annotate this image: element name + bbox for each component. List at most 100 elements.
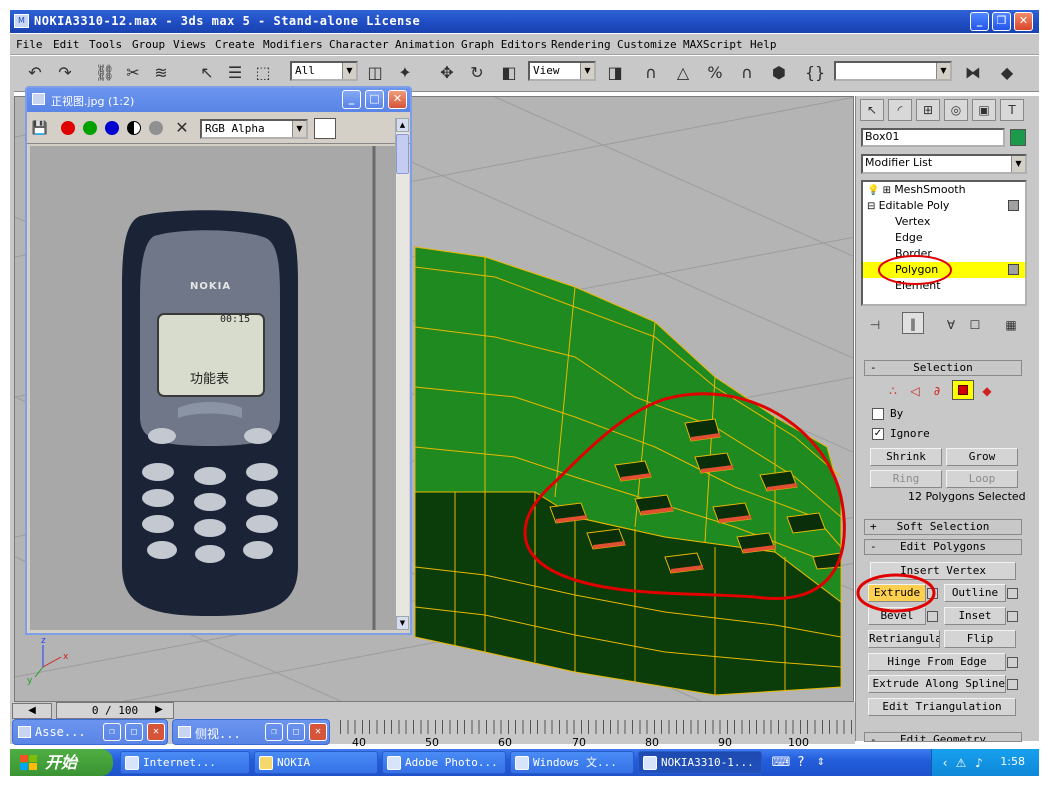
selection-filter-dropdown[interactable]: All ▼ bbox=[290, 61, 358, 81]
menu-customize[interactable]: Customize bbox=[617, 38, 677, 51]
extrude-along-spline-button[interactable]: Extrude Along Spline bbox=[868, 675, 1006, 693]
mirror-icon[interactable]: ⧓ bbox=[962, 62, 984, 84]
menu-animation[interactable]: Animation bbox=[395, 38, 455, 51]
rotate-icon[interactable]: ↻ bbox=[466, 62, 488, 84]
by-vertex-checkbox[interactable] bbox=[872, 408, 884, 420]
object-color-swatch[interactable] bbox=[1010, 129, 1026, 146]
edit-triangulation-button[interactable]: Edit Triangulation bbox=[868, 698, 1016, 716]
minimized-window-side-view[interactable]: 侧视... ❐ □ ✕ bbox=[172, 719, 330, 745]
close-icon[interactable]: ✕ bbox=[309, 723, 327, 741]
select-link-icon[interactable]: ⛓ bbox=[94, 62, 116, 84]
display-tab-icon[interactable]: ▣ bbox=[972, 99, 996, 121]
image-viewer-window[interactable]: 正视图.jpg (1:2) _ □ ✕ 💾 ✕ RGB Alpha ▼ NOKIA… bbox=[25, 86, 412, 635]
modifier-stack[interactable]: 💡 ⊞ MeshSmooth ⊟ Editable Poly Vertex Ed… bbox=[861, 180, 1027, 306]
menu-edit[interactable]: Edit bbox=[53, 38, 80, 51]
menu-file[interactable]: File bbox=[16, 38, 43, 51]
retriangulate-button[interactable]: Retriangulate bbox=[868, 630, 940, 648]
color-swatch[interactable] bbox=[314, 118, 336, 139]
menu-help[interactable]: Help bbox=[750, 38, 777, 51]
named-selection-dropdown[interactable]: ▼ bbox=[834, 61, 952, 81]
edit-geometry-rollout-header[interactable]: - Edit Geometry bbox=[864, 732, 1022, 742]
pin-stack-icon[interactable]: ⊣ bbox=[864, 314, 886, 336]
menu-tools[interactable]: Tools bbox=[89, 38, 122, 51]
align-icon[interactable]: ◆ bbox=[996, 62, 1018, 84]
taskbar-item-photoshop[interactable]: Adobe Photo... bbox=[382, 751, 506, 774]
mono-channel-icon[interactable] bbox=[149, 121, 163, 135]
minimized-window-asset[interactable]: Asse... ❐ □ ✕ bbox=[12, 719, 168, 745]
minimize-button[interactable]: _ bbox=[970, 12, 989, 31]
close-button[interactable]: ✕ bbox=[1014, 12, 1033, 31]
taskbar-item-nokia-folder[interactable]: NOKIA bbox=[254, 751, 378, 774]
taskbar-item-internet[interactable]: Internet... bbox=[120, 751, 250, 774]
ring-button[interactable]: Ring bbox=[870, 470, 942, 488]
extrude-spline-settings-icon[interactable] bbox=[1007, 679, 1018, 690]
menu-modifiers[interactable]: Modifiers bbox=[263, 38, 323, 51]
border-mode-icon[interactable]: ∂ bbox=[926, 380, 948, 402]
image-viewer-titlebar[interactable]: 正视图.jpg (1:2) _ □ ✕ bbox=[27, 88, 410, 112]
configure-sets-icon[interactable]: ▦ bbox=[1000, 314, 1022, 336]
hierarchy-tab-icon[interactable]: ⊞ bbox=[916, 99, 940, 121]
snap-3d-icon[interactable]: ∩ bbox=[640, 62, 662, 84]
crossing-icon[interactable]: ✦ bbox=[394, 62, 416, 84]
menu-graph-editors[interactable]: Graph Editors bbox=[461, 38, 547, 51]
hinge-from-edge-button[interactable]: Hinge From Edge bbox=[868, 653, 1006, 671]
flip-button[interactable]: Flip bbox=[944, 630, 1016, 648]
loop-button[interactable]: Loop bbox=[946, 470, 1018, 488]
clear-icon[interactable]: ✕ bbox=[171, 117, 193, 139]
create-tab-icon[interactable]: ↖ bbox=[860, 99, 884, 121]
save-icon[interactable]: 💾 bbox=[29, 118, 51, 140]
reference-coord-dropdown[interactable]: View ▼ bbox=[528, 61, 596, 81]
modify-tab-icon[interactable]: ◜ bbox=[888, 99, 912, 121]
restore-icon[interactable]: ❐ bbox=[265, 723, 283, 741]
viewer-maximize-button[interactable]: □ bbox=[365, 90, 384, 109]
edit-polygons-rollout-header[interactable]: - Edit Polygons bbox=[864, 539, 1022, 555]
green-channel-icon[interactable] bbox=[83, 121, 97, 135]
element-mode-icon[interactable]: ◆ bbox=[976, 380, 998, 402]
grow-button[interactable]: Grow bbox=[946, 448, 1018, 466]
vertex-mode-icon[interactable]: ∴ bbox=[882, 380, 904, 402]
close-icon[interactable]: ✕ bbox=[147, 723, 165, 741]
menu-rendering[interactable]: Rendering bbox=[551, 38, 611, 51]
tray-speaker-icon[interactable]: ♪ bbox=[968, 752, 990, 774]
scroll-down-arrow-icon[interactable]: ▼ bbox=[396, 616, 409, 630]
viewer-close-button[interactable]: ✕ bbox=[388, 90, 407, 109]
blue-channel-icon[interactable] bbox=[105, 121, 119, 135]
select-window-icon[interactable]: ◫ bbox=[364, 62, 386, 84]
select-object-icon[interactable]: ↖ bbox=[196, 62, 218, 84]
restore-icon[interactable]: ❐ bbox=[103, 723, 121, 741]
selection-rollout-header[interactable]: - Selection bbox=[864, 360, 1022, 376]
scale-icon[interactable]: ◧ bbox=[498, 62, 520, 84]
menu-maxscript[interactable]: MAXScript bbox=[683, 38, 743, 51]
inset-settings-icon[interactable] bbox=[1007, 611, 1018, 622]
percent-snap-icon[interactable]: % bbox=[704, 62, 726, 84]
region-select-icon[interactable]: ⬚ bbox=[252, 62, 274, 84]
taskbar-item-3dsmax[interactable]: NOKIA3310-1... bbox=[638, 751, 762, 774]
menu-group[interactable]: Group bbox=[132, 38, 165, 51]
alpha-channel-icon[interactable] bbox=[127, 121, 141, 135]
named-selection-icon[interactable]: ⬢ bbox=[768, 62, 790, 84]
app-icon[interactable]: M bbox=[14, 14, 29, 28]
expand-icon[interactable]: ⇕ bbox=[810, 752, 832, 774]
hinge-settings-icon[interactable] bbox=[1007, 657, 1018, 668]
start-button[interactable]: 开始 bbox=[10, 749, 113, 776]
viewer-minimize-button[interactable]: _ bbox=[342, 90, 361, 109]
shrink-button[interactable]: Shrink bbox=[870, 448, 942, 466]
maximize-icon[interactable]: □ bbox=[287, 723, 305, 741]
ignore-backfacing-checkbox[interactable]: ✓ bbox=[872, 428, 884, 440]
menu-character[interactable]: Character bbox=[329, 38, 389, 51]
redo-icon[interactable]: ↷ bbox=[54, 62, 76, 84]
bind-spacewarp-icon[interactable]: ≋ bbox=[150, 62, 172, 84]
prev-frame-icon[interactable]: ◀ bbox=[12, 703, 52, 719]
unlink-icon[interactable]: ✂ bbox=[122, 62, 144, 84]
make-unique-icon[interactable]: ∀ bbox=[940, 314, 962, 336]
angle-snap-icon[interactable]: △ bbox=[672, 62, 694, 84]
undo-icon[interactable]: ↶ bbox=[24, 62, 46, 84]
remove-modifier-icon[interactable]: ☐ bbox=[964, 314, 986, 336]
track-bar[interactable] bbox=[340, 720, 855, 734]
show-end-result-icon[interactable]: ‖ bbox=[902, 312, 924, 334]
select-by-name-icon[interactable]: ☰ bbox=[224, 62, 246, 84]
utilities-tab-icon[interactable]: T bbox=[1000, 99, 1024, 121]
polygon-mode-button[interactable] bbox=[952, 380, 974, 400]
outline-settings-icon[interactable] bbox=[1007, 588, 1018, 599]
edge-mode-icon[interactable]: ◁ bbox=[904, 380, 926, 402]
